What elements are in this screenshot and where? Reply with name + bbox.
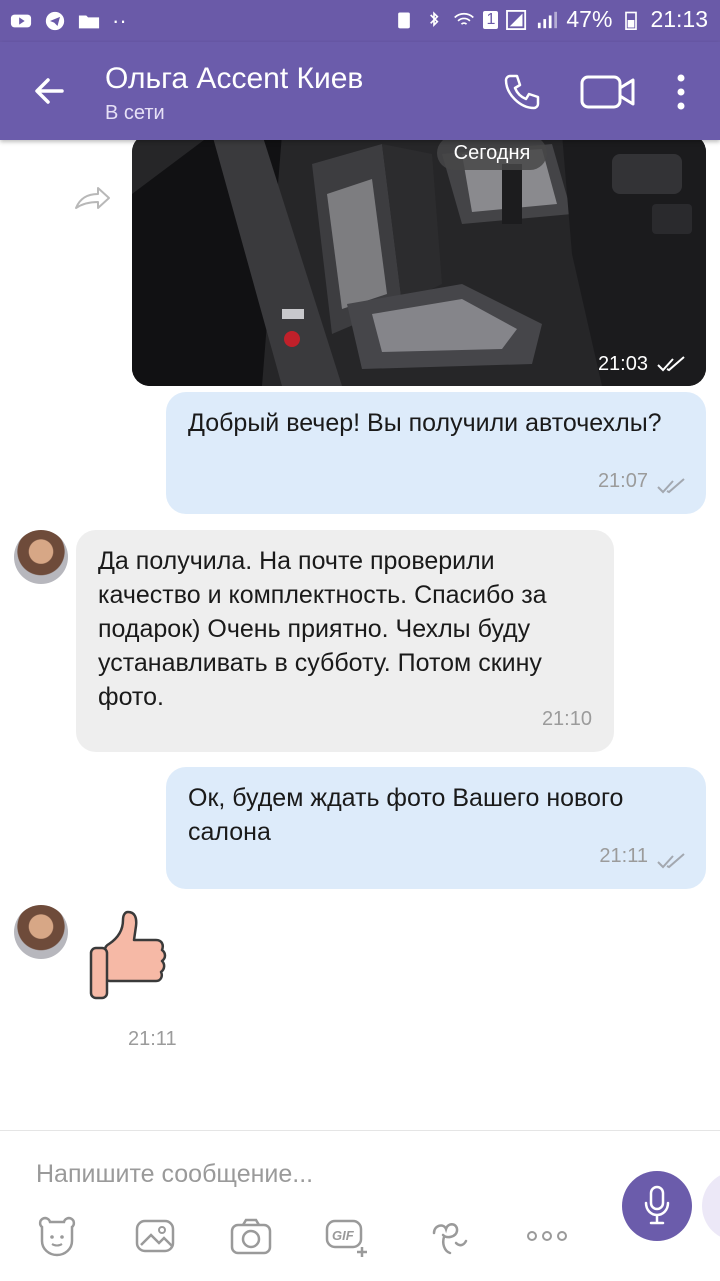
contact-avatar[interactable] [14, 905, 68, 959]
message-text: Добрый вечер! Вы получили авточехлы? [188, 409, 662, 437]
folder-icon [78, 15, 100, 29]
contact-name[interactable]: Ольга Accent Киев [105, 62, 363, 96]
incoming-message-bubble[interactable]: Да получила. На почте проверили качество… [76, 530, 614, 752]
voice-record-button[interactable] [622, 1171, 692, 1241]
car-seat-image [132, 140, 706, 386]
more-options-icon[interactable] [524, 1213, 570, 1259]
clock: 21:13 [650, 6, 708, 32]
message-time: 21:07 [597, 470, 648, 492]
bluetooth-icon [430, 10, 439, 27]
recycle-icon [398, 12, 411, 28]
svg-text:GIF: GIF [332, 1228, 355, 1243]
back-arrow-icon[interactable] [28, 70, 70, 112]
wifi-icon [454, 12, 475, 25]
camera-icon[interactable] [228, 1213, 274, 1259]
double-check-icon [657, 478, 685, 494]
message-input[interactable] [34, 1153, 598, 1195]
message-time: 21:11 [599, 845, 648, 867]
telegram-icon [45, 11, 65, 31]
more-menu-icon[interactable] [668, 70, 694, 114]
contact-status: В сети [105, 102, 165, 124]
message-time: 21:10 [541, 708, 592, 730]
outgoing-message-bubble[interactable]: Добрый вечер! Вы получили авточехлы? 21:… [166, 392, 706, 514]
thumbs-up-icon[interactable] [88, 908, 168, 1008]
forward-share-icon[interactable] [72, 184, 112, 212]
status-bar: ·· 1 47% 21:13 [0, 0, 720, 42]
chat-header: Ольга Accent Киев В сети [0, 42, 720, 140]
double-check-icon [657, 356, 685, 372]
gallery-icon[interactable] [132, 1213, 178, 1259]
microphone-icon [644, 1185, 670, 1225]
sim-badge: 1 [483, 10, 499, 29]
sticker-icon[interactable] [34, 1213, 80, 1259]
message-list[interactable]: Сегодня 21:03 Добрый вечер! Вы получили … [0, 140, 720, 1130]
signal-bars-icon [538, 11, 558, 28]
message-composer: GIF [0, 1130, 720, 1281]
signal-icon [506, 9, 527, 30]
instant-video-button[interactable] [702, 1171, 720, 1241]
battery-icon [625, 11, 638, 30]
video-call-icon[interactable] [580, 74, 636, 110]
gif-icon[interactable]: GIF [324, 1213, 370, 1259]
more-notifications-icon: ·· [112, 8, 127, 33]
message-time: 21:11 [128, 1028, 177, 1050]
outgoing-message-bubble[interactable]: Ок, будем ждать фото Вашего нового салон… [166, 767, 706, 889]
youtube-icon [10, 14, 32, 28]
contact-avatar[interactable] [14, 530, 68, 584]
photo-message[interactable]: Сегодня 21:03 [132, 140, 706, 386]
date-separator: Сегодня [437, 140, 547, 170]
battery-percent: 47% [566, 6, 613, 32]
message-text: Да получила. На почте проверили качество… [98, 547, 547, 711]
phone-call-icon[interactable] [500, 70, 544, 114]
message-text: Ок, будем ждать фото Вашего нового салон… [188, 784, 624, 846]
double-check-icon [657, 853, 685, 869]
doodle-icon[interactable] [426, 1213, 472, 1259]
message-time: 21:03 [597, 353, 648, 375]
